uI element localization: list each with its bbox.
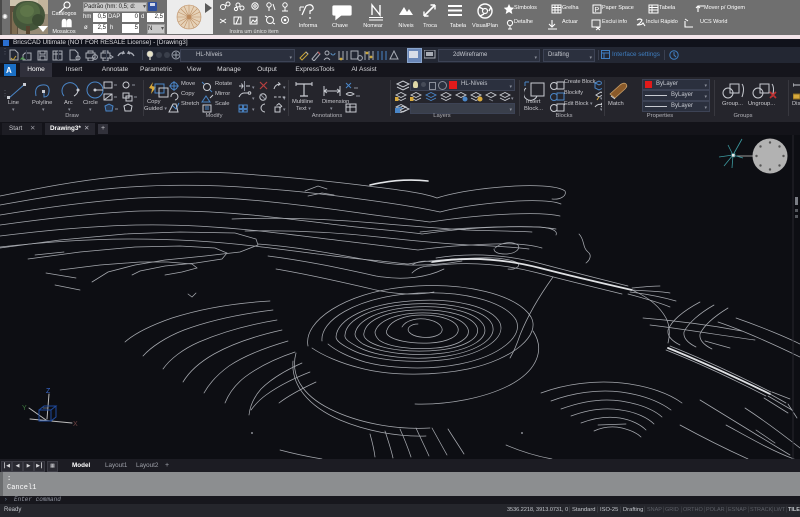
svg-text:▾: ▾ [511, 96, 514, 102]
svg-text:Y: Y [22, 405, 27, 412]
svg-text:▾: ▾ [252, 85, 255, 91]
svg-text:▾: ▾ [600, 107, 602, 113]
svg-text:▾: ▾ [283, 96, 286, 102]
svg-text:Z: Z [46, 388, 51, 395]
svg-text:▾: ▾ [252, 107, 255, 113]
svg-text:▾: ▾ [600, 96, 602, 102]
svg-text:X: X [73, 421, 78, 428]
svg-text:▾: ▾ [283, 107, 286, 113]
svg-text:▾: ▾ [252, 96, 255, 102]
svg-text:▾: ▾ [283, 85, 286, 91]
svg-text:P: P [595, 7, 600, 14]
